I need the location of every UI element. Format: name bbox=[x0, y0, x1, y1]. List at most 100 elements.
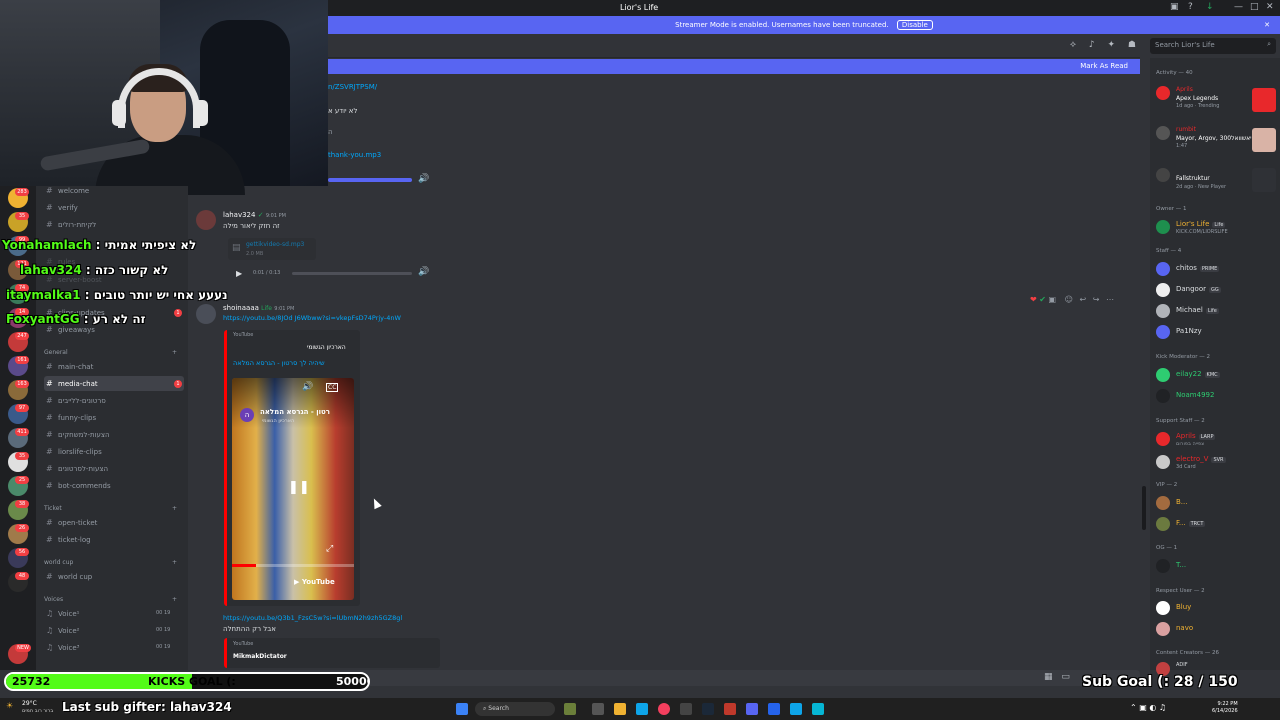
tray-icons[interactable]: ⌃ ▣ ◐ ♫ bbox=[1130, 703, 1166, 712]
reply-icon[interactable]: ↩ bbox=[1080, 295, 1087, 304]
channel-ticket-log[interactable]: # ticket-log bbox=[44, 532, 184, 547]
message-link[interactable]: n/ZSVRJTPSM/ bbox=[328, 83, 377, 91]
threads-icon[interactable]: ⟡ bbox=[1070, 40, 1076, 50]
heart-reaction-icon[interactable]: ❤ bbox=[1030, 295, 1037, 304]
captions-icon[interactable]: CC bbox=[326, 383, 339, 392]
member-item[interactable]: Noam4992 bbox=[1156, 387, 1276, 405]
audio-file-link[interactable]: thank-you.mp3 bbox=[328, 151, 381, 159]
category-voices[interactable]: Voices + bbox=[44, 596, 177, 603]
category-world-cup[interactable]: world cup + bbox=[44, 559, 177, 566]
member-item[interactable]: Pa1Nzy bbox=[1156, 323, 1276, 341]
file-explorer-icon[interactable] bbox=[614, 703, 626, 715]
edge-icon[interactable] bbox=[636, 703, 648, 715]
voice-channel[interactable]: ♫ Voice² 00 19 bbox=[44, 623, 184, 638]
chat-scrollbar[interactable] bbox=[1142, 486, 1146, 530]
audio-progress[interactable] bbox=[328, 178, 412, 182]
channel-open-ticket[interactable]: # open-ticket bbox=[44, 515, 184, 530]
member-item[interactable]: B... bbox=[1156, 494, 1276, 512]
check-reaction-icon[interactable]: ✔ bbox=[1039, 295, 1046, 304]
volume-icon[interactable]: 🔊 bbox=[418, 174, 429, 184]
app-icon[interactable] bbox=[790, 703, 802, 715]
member-item[interactable]: T... bbox=[1156, 557, 1276, 575]
message-link[interactable]: https://youtu.be/8JOd J6Wbww?si=vkepFsD7… bbox=[223, 314, 401, 322]
close-icon[interactable]: ✕ bbox=[1264, 16, 1270, 34]
forward-icon[interactable]: ↪ bbox=[1093, 295, 1100, 304]
system-clock[interactable]: 9:22 PM 6/14/2026 bbox=[1212, 701, 1238, 715]
expand-icon[interactable]: ⤢ bbox=[326, 544, 333, 554]
attachment-name[interactable]: gettikvideo-sd.mp3 bbox=[246, 241, 304, 248]
member-item[interactable]: Dangoor GG bbox=[1156, 281, 1276, 299]
channel-welcome[interactable]: # welcome bbox=[44, 183, 184, 198]
member-item[interactable]: Bluy bbox=[1156, 599, 1276, 617]
chrome-icon[interactable] bbox=[658, 703, 670, 715]
member-item[interactable]: Michael Life bbox=[1156, 302, 1276, 320]
message-author[interactable]: lahav324 ✓ 9:01 PM bbox=[223, 211, 286, 219]
close-button[interactable]: ✕ bbox=[1266, 2, 1274, 12]
youtube-video-player[interactable]: 🔊 CC ה רטון - הגרסא המלאה הארכיון הגשומי… bbox=[232, 378, 354, 600]
inbox-icon[interactable]: ▣ bbox=[1170, 2, 1179, 12]
embed-author[interactable]: הארכיון הגשומי bbox=[307, 344, 346, 351]
task-view-icon[interactable] bbox=[592, 703, 604, 715]
category-general[interactable]: General + bbox=[44, 349, 177, 356]
member-item[interactable]: eilay22 KMC bbox=[1156, 366, 1276, 384]
channel-funny-clips[interactable]: # funny-clips bbox=[44, 410, 184, 425]
embed-author[interactable]: MikmakDictator bbox=[233, 653, 287, 660]
emoji-reaction-icon[interactable]: ▣ bbox=[1049, 295, 1057, 304]
discord-icon[interactable] bbox=[746, 703, 758, 715]
app-icon[interactable] bbox=[768, 703, 780, 715]
channel-video-suggestions[interactable]: # הצעות-לסרטונים bbox=[44, 461, 184, 476]
notification-bell-icon[interactable]: ♪ bbox=[1089, 40, 1095, 50]
video-progress[interactable] bbox=[232, 564, 354, 567]
voice-channel[interactable]: ♫ Voice¹ 00 19 bbox=[44, 606, 184, 621]
channel-live-videos[interactable]: # סרטונים-ללייבים bbox=[44, 393, 184, 408]
volume-icon[interactable]: 🔊 bbox=[302, 382, 313, 392]
message-link[interactable]: https://youtu.be/Q3b1_FzsC5w?si=lUbmN2h9… bbox=[223, 614, 402, 622]
play-icon[interactable]: ▶ bbox=[236, 269, 242, 278]
add-reaction-icon[interactable]: ☺ bbox=[1065, 295, 1073, 304]
maximize-button[interactable]: □ bbox=[1250, 2, 1259, 12]
minimize-button[interactable]: — bbox=[1234, 2, 1243, 12]
add-channel-icon[interactable]: + bbox=[172, 505, 177, 512]
more-options-icon[interactable]: ⋯ bbox=[1106, 295, 1114, 304]
disable-streamer-button[interactable]: Disable bbox=[896, 20, 933, 30]
member-item[interactable]: Lior's Life Life KICK.COM/LIORSLIFE bbox=[1156, 218, 1276, 236]
weather-icon[interactable]: ☀ bbox=[6, 701, 13, 710]
help-icon[interactable]: ? bbox=[1188, 2, 1193, 12]
voice-channel[interactable]: ♫ Voice³ 00 19 bbox=[44, 640, 184, 655]
member-item[interactable]: Aprils LARP צפייה בפורום bbox=[1156, 430, 1276, 448]
weather-temp[interactable]: 29°C bbox=[22, 700, 37, 707]
mark-as-read-button[interactable]: Mark As Read bbox=[1080, 62, 1128, 70]
channel-roles[interactable]: # לקיחת-רולים bbox=[44, 217, 184, 232]
gift-icon[interactable]: ▦ bbox=[1044, 672, 1053, 682]
member-item[interactable]: navo bbox=[1156, 620, 1276, 638]
member-item[interactable]: electro_V SVR 3d Card bbox=[1156, 453, 1276, 471]
avatar[interactable] bbox=[196, 210, 216, 230]
add-channel-icon[interactable]: + bbox=[172, 596, 177, 603]
member-item[interactable]: F... TRCT bbox=[1156, 515, 1276, 533]
channel-game-suggestions[interactable]: # הצעות-למשחקים bbox=[44, 427, 184, 442]
embed-title[interactable]: שיהיה לך סרטון - הגרסא המלאה bbox=[233, 359, 325, 367]
app-icon[interactable] bbox=[724, 703, 736, 715]
app-icon[interactable] bbox=[812, 703, 824, 715]
channel-world-cup[interactable]: # world cup bbox=[44, 569, 184, 584]
avatar[interactable] bbox=[196, 304, 216, 324]
message-author[interactable]: shoinaaaa Life 9:01 PM bbox=[223, 304, 294, 312]
volume-icon[interactable]: 🔊 bbox=[418, 267, 429, 277]
steam-icon[interactable] bbox=[702, 703, 714, 715]
download-icon[interactable]: ↓ bbox=[1206, 2, 1214, 12]
pin-icon[interactable]: ✦ bbox=[1107, 40, 1115, 50]
obs-icon[interactable] bbox=[680, 703, 692, 715]
start-icon[interactable] bbox=[456, 703, 468, 715]
channel-main-chat[interactable]: # main-chat bbox=[44, 359, 184, 374]
member-list-icon[interactable]: ☗ bbox=[1128, 40, 1136, 50]
gif-icon[interactable]: ▭ bbox=[1061, 672, 1070, 682]
pause-icon[interactable]: ❚❚ bbox=[288, 480, 310, 495]
channel-verify[interactable]: # verify bbox=[44, 200, 184, 215]
new-messages-bar[interactable]: Mark As Read bbox=[328, 59, 1140, 74]
audio-seek[interactable] bbox=[292, 272, 412, 275]
channel-bot-commends[interactable]: # bot-commends bbox=[44, 478, 184, 493]
taskbar-search[interactable]: ⌕ Search bbox=[475, 702, 555, 716]
channel-media-chat[interactable]: # media-chat 1 bbox=[44, 376, 184, 391]
search-input[interactable]: Search Lior's Life ⌕ bbox=[1150, 38, 1276, 54]
add-channel-icon[interactable]: + bbox=[172, 559, 177, 566]
